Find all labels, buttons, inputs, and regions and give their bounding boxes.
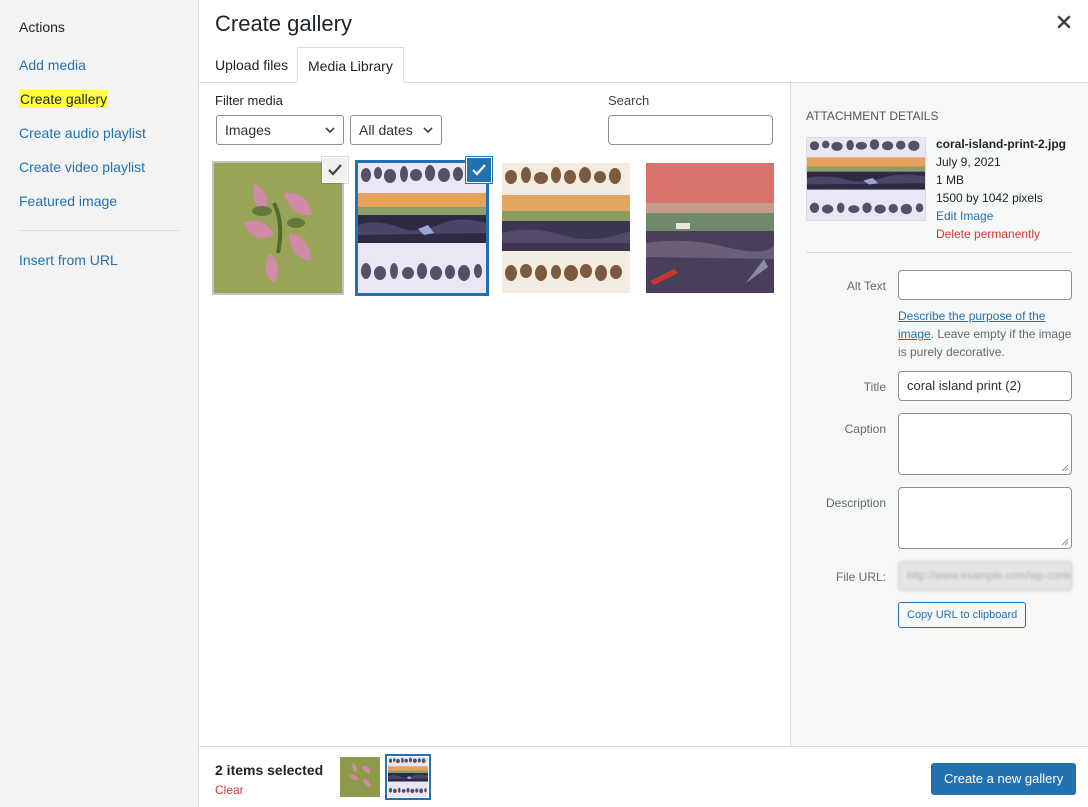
media-type-value: Images <box>225 122 271 138</box>
attachment-dimensions: 1500 by 1042 pixels <box>936 191 1043 205</box>
copy-url-button[interactable]: Copy URL to clipboard <box>898 602 1027 628</box>
caption-textarea[interactable] <box>898 413 1072 475</box>
attachment-pink-flowers[interactable] <box>214 158 347 293</box>
attachment-filesize: 1 MB <box>936 173 965 187</box>
attachment-info: coral-island-print-2.jpg July 9, 2021 1 … <box>936 135 1066 243</box>
details-separator <box>806 252 1072 253</box>
attachment-image <box>358 163 486 293</box>
attachment-coral-island-print-2[interactable] <box>358 158 491 293</box>
menu-item-create-gallery-label: Create gallery <box>19 90 109 108</box>
caption-label: Caption <box>844 422 886 436</box>
attachment-date: July 9, 2021 <box>936 155 1001 169</box>
media-menu: Actions Add media Create gallery Create … <box>0 0 199 807</box>
filter-media-label: Filter media <box>215 93 283 108</box>
menu-item-create-video-playlist[interactable]: Create video playlist <box>19 159 145 175</box>
media-date-select[interactable]: All dates <box>350 115 442 145</box>
edit-image-link[interactable]: Edit Image <box>936 207 1066 225</box>
chevron-down-icon <box>325 127 335 134</box>
checkmark-icon[interactable] <box>323 158 347 182</box>
description-textarea[interactable] <box>898 487 1072 549</box>
create-new-gallery-button[interactable]: Create a new gallery <box>931 763 1077 795</box>
attachment-image <box>646 163 774 293</box>
menu-item-create-gallery[interactable]: Create gallery <box>19 90 109 108</box>
selection-count: 2 items selected <box>215 762 324 778</box>
attachment-filename: coral-island-print-2.jpg <box>936 137 1067 151</box>
menu-item-create-audio-playlist[interactable]: Create audio playlist <box>19 125 146 141</box>
menu-separator <box>19 230 179 231</box>
chevron-down-icon <box>423 127 433 134</box>
resize-handle-icon[interactable] <box>1061 538 1069 546</box>
search-input[interactable] <box>608 115 773 145</box>
file-url-label: File URL: <box>835 570 886 584</box>
menu-heading: Actions <box>19 19 65 35</box>
resize-handle-icon[interactable] <box>1061 464 1069 472</box>
menu-item-featured-image[interactable]: Featured image <box>19 193 117 209</box>
media-date-value: All dates <box>359 122 413 138</box>
alt-text-input[interactable] <box>898 270 1072 300</box>
title-input[interactable]: coral island print (2) <box>898 371 1072 401</box>
attachment-details-heading: Attachment Details <box>806 109 939 123</box>
frame-title: Create gallery <box>215 11 352 36</box>
media-type-select[interactable]: Images <box>216 115 344 145</box>
search-label: Search <box>608 93 650 108</box>
checkmark-icon[interactable] <box>467 158 491 182</box>
selection-thumb-pink-flowers[interactable] <box>340 757 380 797</box>
file-url-input[interactable]: http://www.example.com/wp-content <box>898 561 1072 591</box>
attachment-coral-island-print[interactable] <box>502 163 630 293</box>
clear-selection-link[interactable]: Clear <box>215 783 244 797</box>
menu-item-add-media[interactable]: Add media <box>19 57 86 73</box>
description-label: Description <box>825 496 886 510</box>
menu-item-insert-from-url[interactable]: Insert from URL <box>19 252 118 268</box>
tab-media-library[interactable]: Media Library <box>297 47 404 83</box>
attachment-image <box>214 163 342 293</box>
title-label: Title <box>863 380 886 394</box>
attachment-image <box>502 163 630 293</box>
selection-thumb-coral-island-print-2[interactable] <box>388 757 428 797</box>
alt-text-help: Describe the purpose of the image. Leave… <box>898 307 1078 361</box>
delete-permanently-link[interactable]: Delete permanently <box>936 225 1066 243</box>
tab-upload-files[interactable]: Upload files <box>215 47 288 83</box>
close-icon[interactable] <box>1052 10 1076 34</box>
attachment-details-thumbnail <box>806 137 926 221</box>
alt-text-label: Alt Text <box>846 279 886 293</box>
attachment-coastal-landscape[interactable] <box>646 163 774 293</box>
